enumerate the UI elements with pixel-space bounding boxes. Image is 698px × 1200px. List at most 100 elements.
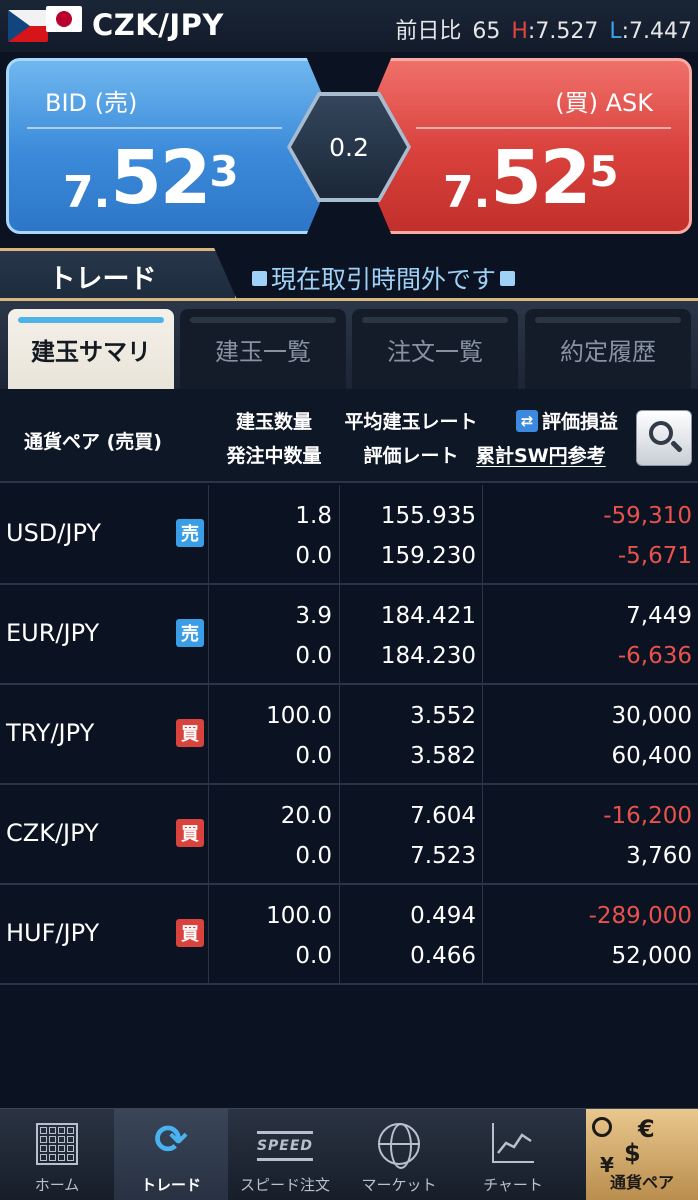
nav-label: トレード	[140, 1176, 201, 1194]
row-eval-rate: 184.230	[380, 643, 476, 669]
nav-currency-pair[interactable]: € $ ¥ 通貨ペア	[586, 1109, 698, 1200]
tab-position-summary[interactable]: 建玉サマリ	[8, 309, 174, 389]
column-divider	[482, 685, 483, 785]
swap-arrows-icon[interactable]: ⇄	[516, 409, 538, 432]
table-row[interactable]: TRY/JPY 買 100.0 0.0 3.552 3.582 30,000 6…	[0, 685, 698, 785]
tab-order-list[interactable]: 注文一覧	[352, 309, 518, 389]
column-divider	[339, 585, 340, 685]
bid-rate-prefix: 7.	[63, 167, 111, 218]
row-pl: -59,310	[603, 503, 692, 529]
ask-rate-big: 52	[490, 135, 591, 221]
column-divider	[339, 485, 340, 585]
trade-strip: トレード 現在取引時間外です	[0, 246, 698, 302]
search-icon	[649, 421, 673, 445]
row-qty: 3.9	[295, 603, 332, 629]
row-swap: -5,671	[617, 543, 692, 569]
header-avg-rate: 平均建玉レート	[344, 411, 478, 433]
row-eval-rate: 159.230	[380, 543, 476, 569]
table-row[interactable]: EUR/JPY 売 3.9 0.0 184.421 184.230 7,449 …	[0, 585, 698, 685]
column-divider	[208, 885, 209, 985]
czech-flag-icon	[8, 10, 48, 42]
nav-trade[interactable]: ⟳ トレード	[114, 1109, 228, 1200]
column-divider	[208, 585, 209, 685]
row-eval-rate: 7.523	[410, 843, 476, 869]
side-badge: 売	[176, 619, 204, 647]
tab-label: 建玉サマリ	[31, 337, 151, 366]
globe-icon	[378, 1123, 420, 1169]
table-row[interactable]: USD/JPY 売 1.8 0.0 155.935 159.230 -59,31…	[0, 485, 698, 585]
column-divider	[208, 785, 209, 885]
market-status-text: 現在取引時間外です	[271, 265, 497, 294]
nav-label: スピード注文	[239, 1176, 330, 1194]
nav-chart[interactable]: チャート	[456, 1109, 570, 1200]
row-pl: -289,000	[588, 903, 692, 929]
row-qty: 100.0	[266, 903, 332, 929]
row-avg-rate: 0.494	[410, 903, 476, 929]
header-pl-toggle[interactable]: ⇄ 評価損益	[516, 407, 618, 434]
row-pair: USD/JPY	[6, 519, 102, 547]
table-row[interactable]: HUF/JPY 買 100.0 0.0 0.494 0.466 -289,000…	[0, 885, 698, 985]
tab-trade[interactable]: トレード	[0, 248, 238, 302]
change-label: 前日比	[395, 19, 462, 44]
tab-label: 建玉一覧	[215, 337, 311, 366]
bid-rate: 7. 52 3	[63, 141, 239, 221]
nav-home[interactable]: ホーム	[0, 1109, 114, 1200]
ask-rate-pip: 5	[589, 147, 619, 196]
row-avg-rate: 3.552	[410, 703, 476, 729]
tab-position-list[interactable]: 建玉一覧	[180, 309, 346, 389]
nav-label: 通貨ペア	[609, 1173, 674, 1192]
row-pending: 0.0	[295, 743, 332, 769]
search-button[interactable]	[636, 410, 692, 466]
tab-label: 注文一覧	[387, 337, 483, 366]
column-divider	[339, 685, 340, 785]
position-table: USD/JPY 売 1.8 0.0 155.935 159.230 -59,31…	[0, 485, 698, 985]
tab-indicator	[190, 317, 336, 323]
table-header: 通貨ペア (売買) 建玉数量 発注中数量 平均建玉レート 評価レート ⇄ 評価損…	[0, 389, 698, 483]
search-icon-handle	[670, 440, 683, 453]
header-pl: 評価損益	[542, 411, 619, 433]
market-status: 現在取引時間外です	[248, 260, 519, 296]
column-divider	[482, 485, 483, 585]
status-square-icon	[252, 270, 267, 286]
header-eval-rate: 評価レート	[363, 445, 459, 467]
row-pl: -16,200	[603, 803, 692, 829]
bid-divider	[27, 127, 282, 129]
header-position-qty: 建玉数量	[235, 411, 312, 433]
row-pair: HUF/JPY	[6, 919, 100, 947]
nav-market[interactable]: マーケット	[342, 1109, 456, 1200]
header-pair: 通貨ペア (売買)	[24, 431, 162, 453]
daily-stats: 前日比 65 H:7.527 L:7.447	[391, 13, 692, 45]
change-value: 65	[472, 19, 501, 44]
row-eval-rate: 0.466	[410, 943, 476, 969]
column-divider	[482, 885, 483, 985]
ask-rate: 7. 52 5	[443, 141, 619, 221]
row-pair: TRY/JPY	[6, 719, 95, 747]
column-divider	[482, 785, 483, 885]
tab-execution-history[interactable]: 約定履歴	[525, 309, 691, 389]
currency-pair-icon	[592, 1117, 612, 1137]
ask-rate-prefix: 7.	[443, 167, 491, 218]
rate-panel: BID (売) 7. 52 3 (買) ASK 7. 52 5 0.2	[0, 52, 698, 242]
nav-speed-order[interactable]: SPEED スピード注文	[228, 1109, 342, 1200]
side-badge: 売	[176, 519, 204, 547]
ask-divider	[416, 127, 671, 129]
high-label: H	[511, 19, 528, 44]
subtab-bar: 建玉サマリ 建玉一覧 注文一覧 約定履歴	[0, 301, 698, 389]
header-bar: CZK/JPY 前日比 65 H:7.527 L:7.447	[0, 0, 698, 52]
row-swap: -6,636	[617, 643, 692, 669]
status-square-icon	[500, 270, 516, 286]
japan-flag-icon	[46, 6, 82, 32]
high-value: :7.527	[527, 19, 599, 44]
line-chart-icon	[492, 1123, 534, 1163]
row-qty: 20.0	[280, 803, 332, 829]
row-swap: 60,400	[611, 743, 692, 769]
row-pair: EUR/JPY	[6, 619, 100, 647]
row-avg-rate: 155.935	[380, 503, 476, 529]
currency-pair-title[interactable]: CZK/JPY	[92, 8, 224, 42]
header-swap-total[interactable]: 累計SW円参考	[476, 441, 606, 468]
column-divider	[339, 885, 340, 985]
nav-label: マーケット	[361, 1176, 437, 1194]
table-row[interactable]: CZK/JPY 買 20.0 0.0 7.604 7.523 -16,200 3…	[0, 785, 698, 885]
row-pending: 0.0	[295, 843, 332, 869]
tab-indicator	[18, 317, 164, 323]
